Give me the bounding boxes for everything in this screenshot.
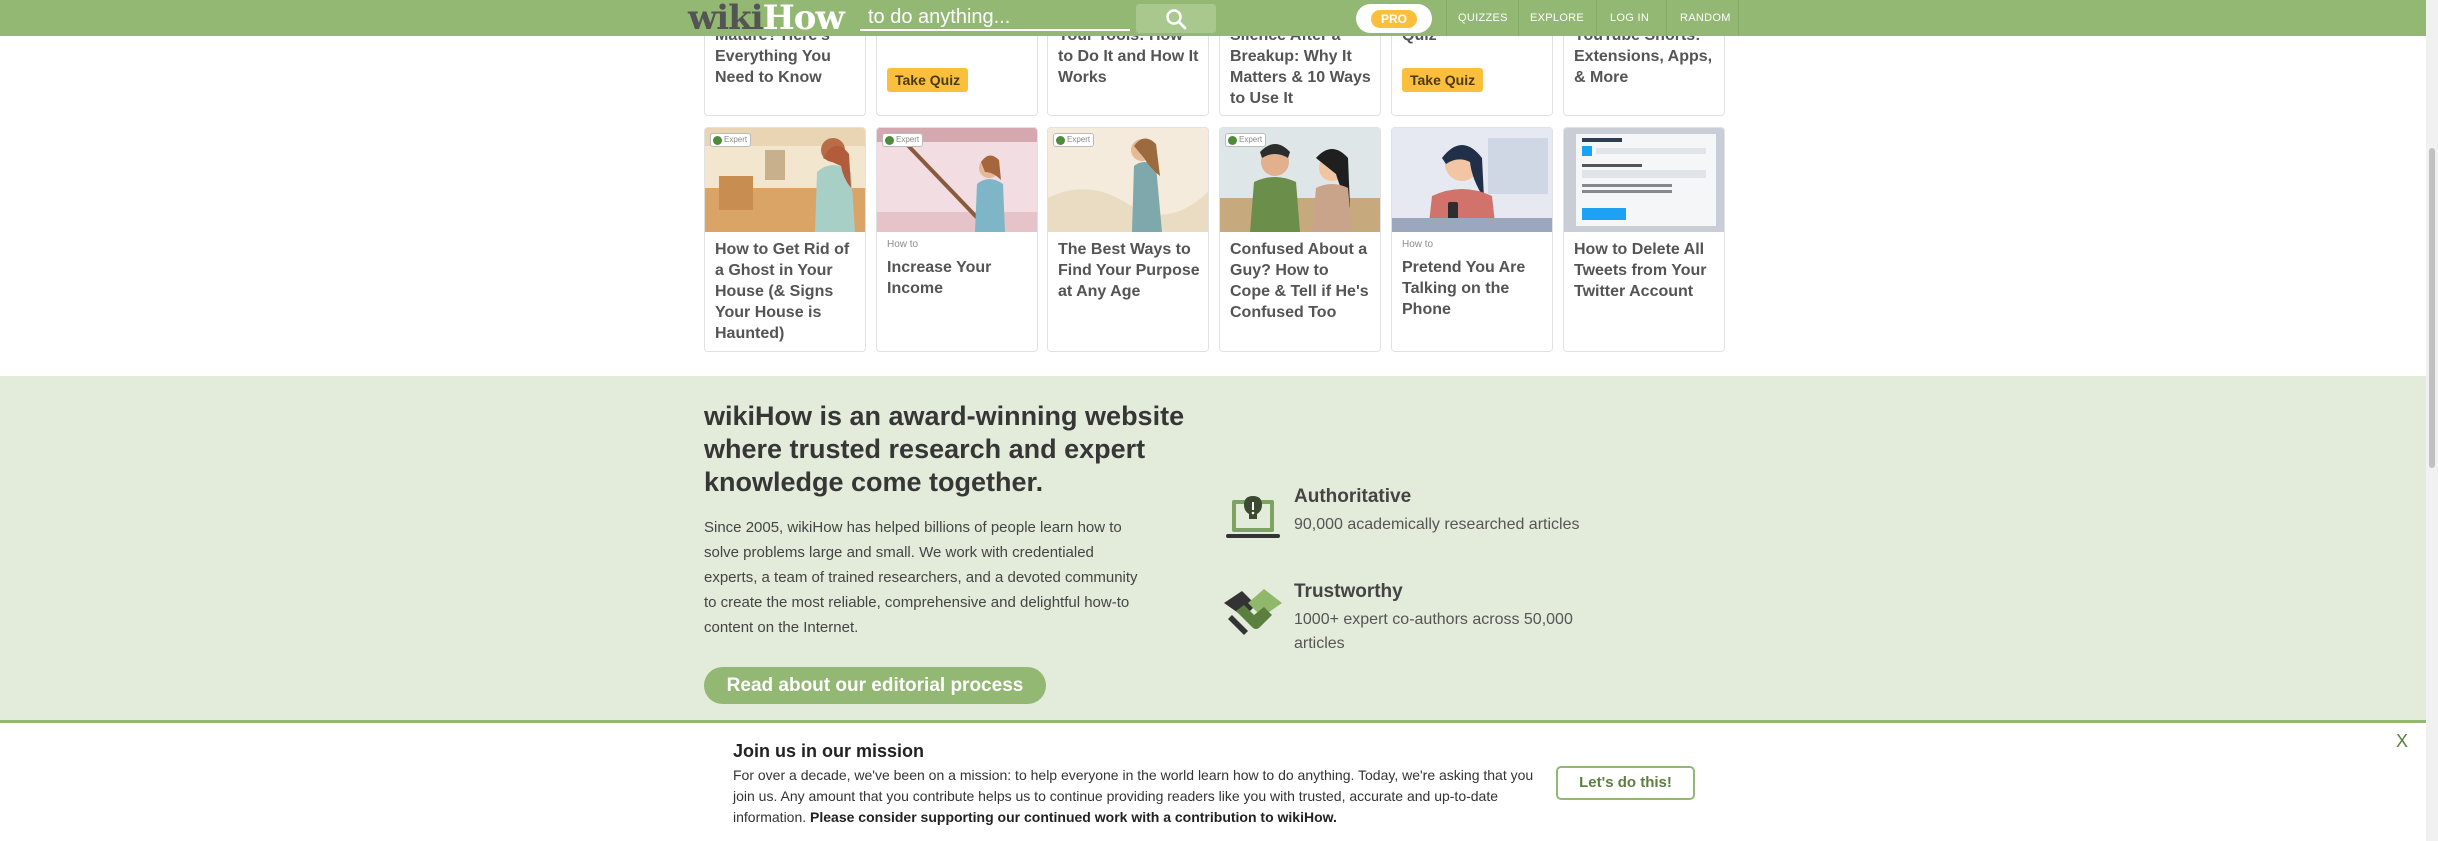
lets-do-this-button[interactable]: Let's do this! [1556, 766, 1695, 800]
expert-badge: Expert [882, 133, 924, 147]
expert-badge: Expert [1053, 133, 1095, 147]
article-thumbnail [1392, 128, 1552, 232]
feature-desc: 1000+ expert co-authors across 50,000 ar… [1294, 611, 1573, 652]
about-body: Since 2005, wikiHow has helped billions … [704, 519, 1138, 636]
expert-badge: Expert [1225, 133, 1267, 147]
article-thumbnail: Expert [1048, 128, 1208, 232]
top-header: wikiHow to do anything... PRO QUIZZES EX… [0, 0, 2426, 36]
article-card[interactable]: How to Delete All Tweets from Your Twitt… [1563, 127, 1725, 352]
feature-title: Authoritative [1294, 486, 1412, 507]
about-section: wikiHow is an award-winning website wher… [0, 376, 2426, 721]
search-input[interactable]: to do anything... [860, 4, 1130, 31]
howto-label: How to [1402, 239, 1434, 250]
nav-explore[interactable]: EXPLORE [1530, 0, 1584, 36]
card-title: Pretend You Are Talking on the Phone [1402, 259, 1526, 318]
card-title: Increase Your Income [887, 259, 992, 297]
feature-title: Trustworthy [1294, 581, 1403, 602]
card-title: How to Get Rid of a Ghost in Your House … [715, 241, 850, 342]
article-card[interactable]: Expert How to Increase Your Income [876, 127, 1038, 352]
scrollbar-thumb[interactable] [2429, 148, 2435, 468]
article-card[interactable]: Expert Confused About a Guy? How to Cope… [1219, 127, 1381, 352]
check-icon [1228, 135, 1237, 145]
howto-label: How to [887, 239, 919, 250]
article-thumbnail: Expert [1220, 128, 1380, 232]
mission-title: Join us in our mission [733, 741, 925, 761]
take-quiz-button[interactable]: Take Quiz [887, 68, 969, 92]
wikihow-logo[interactable]: wikiHow [688, 0, 845, 36]
article-card[interactable]: Expert How to Get Rid of a Ghost in Your… [704, 127, 866, 352]
article-thumbnail: Expert [877, 128, 1037, 232]
nav-random[interactable]: RANDOM [1680, 0, 1731, 36]
expert-badge: Expert [710, 133, 752, 147]
feature-desc: 90,000 academically researched articles [1294, 516, 1580, 533]
handshake-icon [1224, 589, 1282, 635]
pro-button[interactable]: PRO [1356, 4, 1432, 33]
take-quiz-button[interactable]: Take Quiz [1402, 68, 1484, 92]
article-thumbnail [1564, 128, 1724, 232]
search-icon [1166, 8, 1187, 29]
card-title: How to Delete All Tweets from Your Twitt… [1574, 241, 1707, 300]
close-icon[interactable]: X [2396, 731, 2408, 752]
editorial-process-button[interactable]: Read about our editorial process [704, 667, 1046, 704]
check-icon [885, 135, 894, 145]
about-heading: wikiHow is an award-winning website wher… [704, 401, 1185, 497]
nav-log-in[interactable]: LOG IN [1610, 0, 1649, 36]
laptop-lightbulb-icon [1226, 496, 1280, 538]
nav-quizzes[interactable]: QUIZZES [1458, 0, 1508, 36]
card-title: The Best Ways to Find Your Purpose at An… [1058, 241, 1200, 300]
check-icon [1056, 135, 1065, 145]
mission-body: For over a decade, we've been on a missi… [733, 767, 1534, 825]
mission-banner: Join us in our mission For over a decade… [0, 720, 2426, 841]
article-card[interactable]: Expert The Best Ways to Find Your Purpos… [1047, 127, 1209, 352]
card-title: Confused About a Guy? How to Cope & Tell… [1230, 241, 1369, 321]
mission-bold: Please consider supporting our continued… [810, 809, 1337, 825]
article-thumbnail: Expert [705, 128, 865, 232]
article-card[interactable]: How to Pretend You Are Talking on the Ph… [1391, 127, 1553, 352]
search-button[interactable] [1136, 4, 1216, 33]
check-icon [713, 135, 722, 145]
card-title: Silence After a Breakup: Why It Matters … [1230, 27, 1371, 107]
